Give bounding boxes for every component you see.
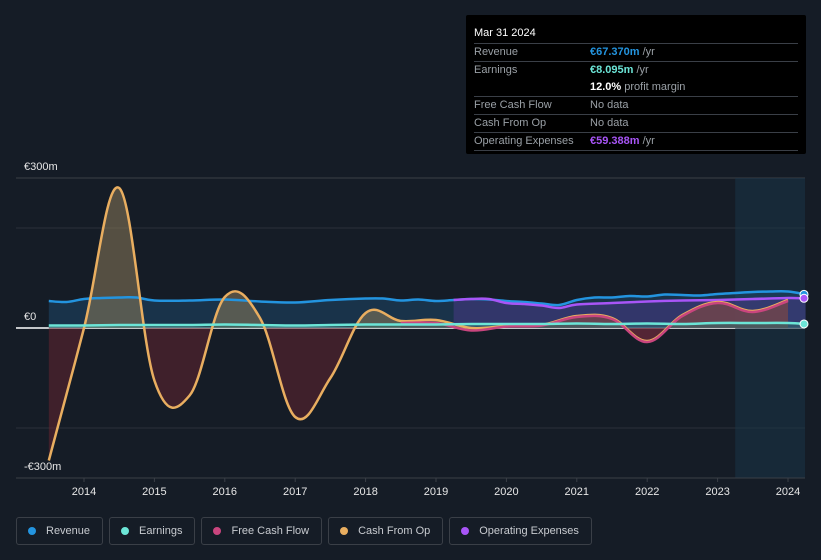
tooltip-value: €67.370m /yr (590, 46, 655, 58)
legend-item-free-cash-flow[interactable]: Free Cash Flow (201, 517, 323, 545)
x-tick-label: 2022 (635, 486, 659, 498)
tooltip-row: Free Cash Flow No data (474, 97, 798, 115)
legend-dot-icon (28, 527, 36, 535)
x-tick-label: 2023 (705, 486, 729, 498)
legend-dot-icon (121, 527, 130, 535)
tooltip-value: No data (590, 117, 629, 129)
x-tick-label: 2020 (494, 486, 518, 498)
tooltip-row: Cash From Op No data (474, 115, 798, 133)
x-tick-label: 2017 (283, 486, 307, 498)
tooltip: Mar 31 2024 Revenue €67.370m /yr Earnings €… (466, 15, 806, 154)
legend-label: Operating Expenses (479, 525, 579, 537)
legend-item-cash-from-op[interactable]: Cash From Op (328, 517, 444, 545)
tooltip-value: No data (590, 99, 629, 111)
tooltip-value: €59.388m /yr (590, 135, 655, 147)
legend-item-revenue[interactable]: Revenue (16, 517, 104, 545)
tooltip-label: Cash From Op (474, 117, 547, 129)
y-tick-label: €300m (24, 161, 58, 173)
tooltip-row: 12.0% profit margin (474, 79, 798, 97)
legend-label: Free Cash Flow (231, 525, 310, 537)
operating-expenses-end-marker (799, 293, 809, 303)
x-axis: 2014 2015 2016 2017 2018 2019 2020 2021 2022 2023… (16, 477, 805, 498)
y-tick-label: -€300m (24, 461, 61, 473)
tooltip-label: Earnings (474, 64, 518, 76)
legend-item-earnings[interactable]: Earnings (109, 517, 196, 545)
x-tick-label: 2018 (353, 486, 377, 498)
x-tick-label: 2014 (72, 486, 96, 498)
x-tick-label: 2015 (142, 486, 166, 498)
x-tick-label: 2016 (213, 486, 237, 498)
legend-label: Revenue (46, 525, 91, 537)
earnings-end-marker (799, 319, 809, 329)
tooltip-row: Operating Expenses €59.388m /yr (474, 133, 798, 151)
y-tick-label: €0 (24, 311, 36, 323)
tooltip-value: €8.095m /yr (590, 64, 649, 76)
legend-label: Earnings (139, 525, 183, 537)
x-tick-label: 2021 (565, 486, 589, 498)
legend-item-operating-expenses[interactable]: Operating Expenses (449, 517, 592, 545)
tooltip-row: Earnings €8.095m /yr (474, 62, 798, 79)
legend-dot-icon (461, 527, 470, 535)
legend-label: Cash From Op (358, 525, 431, 537)
tooltip-row: Revenue €67.370m /yr (474, 44, 798, 62)
x-tick-label: 2024 (776, 486, 800, 498)
legend-dot-icon (340, 527, 349, 535)
tooltip-label (474, 79, 590, 96)
tooltip-value: 12.0% profit margin (590, 81, 686, 93)
legend-dot-icon (213, 527, 222, 535)
legend: Revenue Earnings Free Cash Flow Cash From O… (16, 517, 592, 545)
tooltip-label: Operating Expenses (474, 135, 574, 147)
tooltip-date: Mar 31 2024 (474, 23, 798, 44)
tooltip-label: Free Cash Flow (474, 99, 552, 111)
tooltip-label: Revenue (474, 46, 519, 58)
x-tick-label: 2019 (424, 486, 448, 498)
